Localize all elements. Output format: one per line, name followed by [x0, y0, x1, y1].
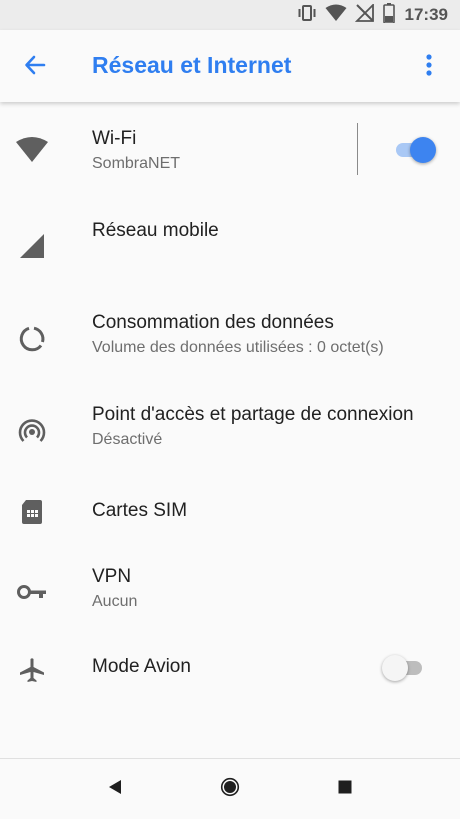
- app-bar: Réseau et Internet: [0, 30, 460, 102]
- toggle-thumb: [410, 137, 436, 163]
- list-item-vpn[interactable]: VPN Aucun: [0, 552, 460, 644]
- wifi-icon: [325, 4, 347, 27]
- navigation-bar: [0, 758, 460, 819]
- nav-home-button[interactable]: [214, 773, 246, 805]
- divider: [357, 123, 358, 175]
- page-title: Réseau et Internet: [92, 52, 292, 78]
- status-time: 17:39: [404, 5, 448, 24]
- nav-back-icon: [108, 779, 122, 800]
- nav-recents-icon: [338, 780, 352, 799]
- list-item-title: Mode Avion: [92, 656, 191, 677]
- list-item-subtitle: Aucun: [92, 593, 138, 610]
- list-item-airplane-mode[interactable]: Mode Avion: [0, 634, 460, 704]
- cell-signal-icon: [14, 228, 50, 264]
- arrow-back-icon: [24, 54, 46, 81]
- airplane-mode-toggle[interactable]: [382, 654, 426, 682]
- list-item-subtitle: Désactivé: [92, 431, 163, 448]
- nav-home-icon: [220, 777, 240, 802]
- airplane-icon: [14, 652, 50, 688]
- list-item-subtitle: SombraNET: [92, 155, 181, 172]
- status-icons: 17:39: [297, 0, 448, 30]
- list-item-title: Point d'accès et partage de connexion: [92, 404, 414, 425]
- list-item-title: Réseau mobile: [92, 220, 219, 241]
- vpn-key-icon: [14, 574, 50, 610]
- overflow-menu-button[interactable]: [414, 50, 444, 84]
- status-bar: 17:39: [0, 0, 460, 30]
- list-item-title: Wi-Fi: [92, 128, 137, 149]
- data-usage-icon: [14, 321, 50, 357]
- list-item-title: VPN: [92, 566, 132, 587]
- sim-card-icon: [14, 494, 50, 530]
- back-button[interactable]: [18, 50, 52, 84]
- list-item-hotspot[interactable]: Point d'accès et partage de connexion Dé…: [0, 380, 460, 472]
- nav-recents-button[interactable]: [329, 773, 361, 805]
- more-vert-icon: [426, 53, 432, 81]
- vibrate-icon: [297, 4, 317, 27]
- list-item-sim-cards[interactable]: Cartes SIM: [0, 472, 460, 552]
- list-item-mobile-network[interactable]: Réseau mobile: [0, 196, 460, 288]
- toggle-thumb: [382, 655, 408, 681]
- list-item-title: Consommation des données: [92, 312, 334, 333]
- list-item-title: Cartes SIM: [92, 500, 188, 521]
- wifi-toggle[interactable]: [392, 136, 436, 164]
- no-signal-icon: [354, 2, 375, 27]
- list-item-data-usage[interactable]: Consommation des données Volume des donn…: [0, 288, 460, 380]
- hotspot-icon: [14, 414, 50, 450]
- battery-icon: [382, 2, 395, 28]
- wifi-icon: [14, 132, 50, 168]
- list-item-subtitle: Volume des données utilisées : 0 octet(s…: [92, 339, 384, 356]
- list-item-wifi[interactable]: Wi-Fi SombraNET: [0, 104, 460, 196]
- nav-back-button[interactable]: [99, 773, 131, 805]
